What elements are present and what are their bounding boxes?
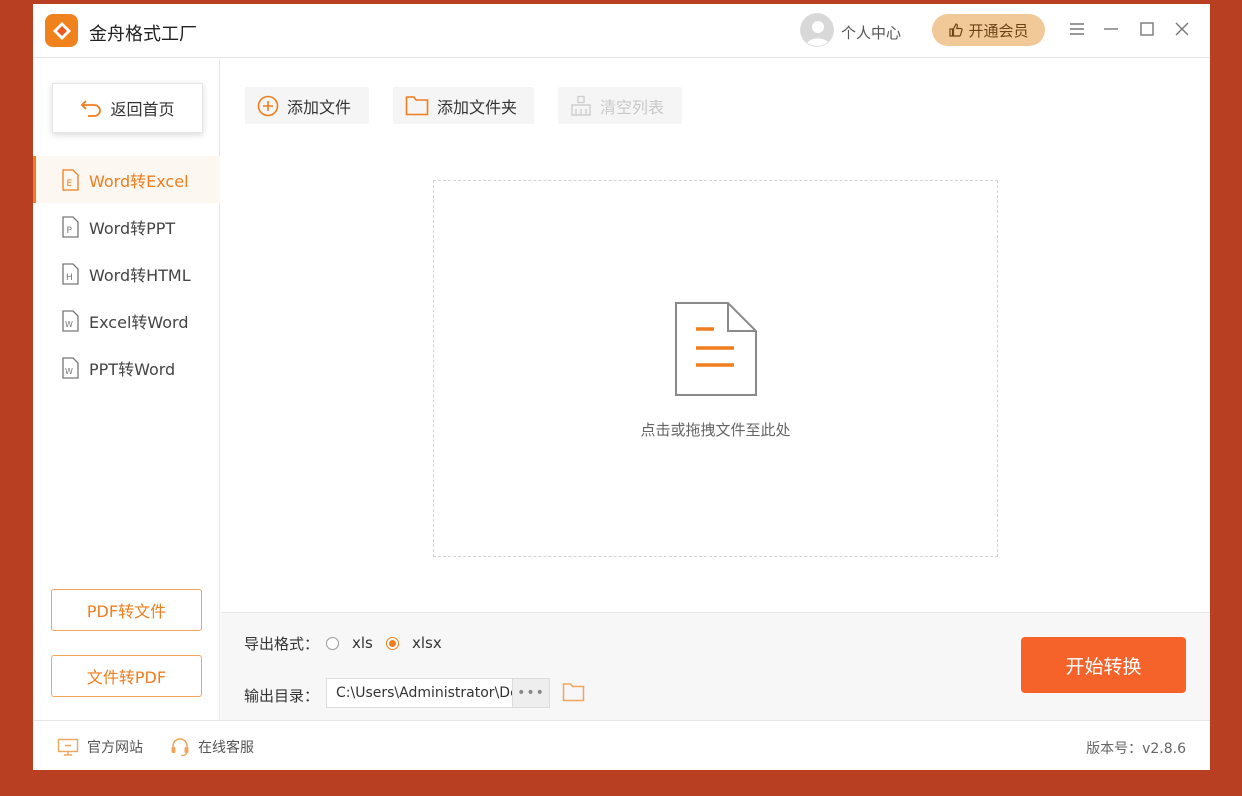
word-doc-icon: W bbox=[62, 356, 79, 379]
output-dir-label: 输出目录： bbox=[244, 687, 320, 705]
svg-text:W: W bbox=[65, 367, 73, 376]
sidebar: 返回首页 E Word转Excel P Word转PPT H Word转HTML bbox=[33, 59, 220, 720]
folder-icon bbox=[405, 96, 429, 116]
clear-list-button[interactable]: 清空列表 bbox=[558, 87, 682, 124]
menu-icon[interactable] bbox=[1066, 18, 1088, 40]
browse-more-button[interactable]: ••• bbox=[512, 678, 550, 708]
return-arrow-icon bbox=[81, 100, 102, 117]
monitor-icon bbox=[57, 738, 79, 756]
svg-text:H: H bbox=[66, 273, 73, 283]
file-dropzone[interactable]: 点击或拖拽文件至此处 bbox=[433, 180, 998, 557]
radio-xlsx[interactable] bbox=[386, 637, 399, 650]
plus-circle-icon bbox=[257, 95, 279, 116]
html-doc-icon: H bbox=[62, 262, 79, 285]
svg-text:P: P bbox=[67, 226, 73, 236]
sidebar-item-word-to-html[interactable]: H Word转HTML bbox=[33, 250, 220, 297]
back-home-button[interactable]: 返回首页 bbox=[52, 83, 203, 133]
sidebar-item-word-to-ppt[interactable]: P Word转PPT bbox=[33, 203, 220, 250]
add-file-button[interactable]: 添加文件 bbox=[245, 87, 369, 124]
add-folder-button[interactable]: 添加文件夹 bbox=[393, 87, 534, 124]
clear-list-label: 清空列表 bbox=[600, 97, 665, 117]
word-doc-icon: W bbox=[62, 309, 79, 332]
app-title: 金舟格式工厂 bbox=[89, 24, 197, 45]
official-website-link[interactable]: 官方网站 bbox=[57, 737, 143, 757]
version-text: 版本号：v2.8.6 bbox=[1086, 741, 1186, 757]
file-to-pdf-button[interactable]: 文件转PDF bbox=[51, 655, 202, 697]
avatar[interactable] bbox=[800, 13, 834, 47]
app-window: 金舟格式工厂 个人中心 开通会员 返回首页 E Word转Excel P Wor… bbox=[33, 4, 1210, 770]
start-convert-button[interactable]: 开始转换 bbox=[1021, 637, 1186, 693]
back-home-label: 返回首页 bbox=[110, 100, 175, 119]
add-file-label: 添加文件 bbox=[287, 97, 352, 117]
open-folder-icon[interactable] bbox=[562, 682, 585, 702]
sidebar-item-excel-to-word[interactable]: W Excel转Word bbox=[33, 297, 220, 344]
sidebar-item-label: Excel转Word bbox=[89, 312, 189, 332]
official-website-label: 官方网站 bbox=[87, 740, 143, 756]
sidebar-item-label: PPT转Word bbox=[89, 359, 176, 379]
ppt-doc-icon: P bbox=[62, 215, 79, 238]
sidebar-item-label: Word转PPT bbox=[89, 218, 176, 238]
radio-xlsx-label[interactable]: xlsx bbox=[412, 634, 442, 652]
sidebar-item-ppt-to-word[interactable]: W PPT转Word bbox=[33, 344, 220, 391]
output-settings-panel: 导出格式： xls xlsx 输出目录： C:\Users\Administra… bbox=[221, 612, 1210, 720]
radio-xls[interactable] bbox=[326, 637, 339, 650]
maximize-icon[interactable] bbox=[1136, 18, 1158, 40]
excel-doc-icon: E bbox=[62, 168, 79, 191]
export-format-label: 导出格式： bbox=[244, 635, 320, 653]
sidebar-item-label: Word转HTML bbox=[89, 265, 191, 285]
title-bar: 金舟格式工厂 个人中心 开通会员 bbox=[33, 4, 1210, 58]
output-dir-input[interactable]: C:\Users\Administrator\Desktop bbox=[326, 678, 514, 708]
thumbs-up-icon bbox=[949, 23, 964, 37]
user-center-link[interactable]: 个人中心 bbox=[841, 22, 901, 43]
app-logo-icon bbox=[45, 14, 78, 47]
vip-label: 开通会员 bbox=[968, 21, 1029, 40]
radio-xls-label[interactable]: xls bbox=[352, 634, 373, 652]
online-support-link[interactable]: 在线客服 bbox=[170, 737, 254, 757]
online-support-label: 在线客服 bbox=[198, 740, 254, 756]
close-icon[interactable] bbox=[1171, 18, 1193, 40]
sidebar-item-word-to-excel[interactable]: E Word转Excel bbox=[33, 156, 220, 203]
svg-text:W: W bbox=[65, 320, 73, 329]
vip-button[interactable]: 开通会员 bbox=[932, 14, 1045, 46]
broom-icon bbox=[571, 95, 591, 116]
svg-text:E: E bbox=[67, 179, 73, 189]
document-icon bbox=[675, 302, 757, 396]
status-bar: 官方网站 在线客服 版本号：v2.8.6 bbox=[33, 720, 1210, 770]
add-folder-label: 添加文件夹 bbox=[437, 97, 518, 117]
dropzone-hint: 点击或拖拽文件至此处 bbox=[640, 421, 791, 439]
pdf-to-file-button[interactable]: PDF转文件 bbox=[51, 589, 202, 631]
minimize-icon[interactable] bbox=[1100, 18, 1122, 40]
sidebar-item-label: Word转Excel bbox=[89, 171, 189, 191]
headset-icon bbox=[171, 738, 189, 757]
